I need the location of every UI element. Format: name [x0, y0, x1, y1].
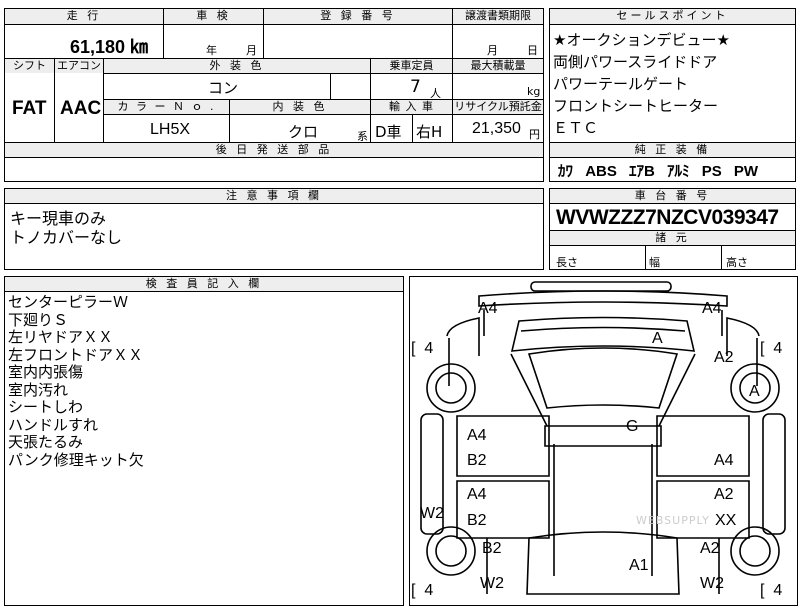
sales-point-item: ★オークションデビュー★ — [553, 31, 730, 49]
watermark: WEBSUPPLY — [636, 514, 710, 527]
mark-g-roof: G — [626, 418, 639, 435]
inspector-line: センターピラーＷ — [8, 293, 129, 311]
equipment-item: PS — [701, 163, 722, 180]
inspection-year: 年 — [206, 44, 217, 57]
registration-header: 登 録 番 号 — [264, 9, 452, 24]
import-steering-value: 右H — [416, 123, 443, 141]
mark-a4-right-rear-door: A4 — [714, 452, 734, 469]
sales-points-header: セールスポイント — [550, 9, 795, 24]
notes-list: キー現車のみ トノカバーなし — [10, 209, 122, 247]
inspector-line: 天張たるみ — [8, 433, 84, 451]
inspector-header: 検 査 員 記 入 欄 — [5, 277, 403, 291]
width-label: 幅 — [649, 256, 660, 269]
colorno-value: LH5X — [150, 121, 191, 138]
mileage-value: 61,180 ㎞ — [70, 37, 149, 57]
mark-b2-left-front-door: B2 — [467, 512, 487, 529]
mark-a4-front-right: A4 — [702, 300, 722, 317]
transfer-day: 日 — [527, 44, 538, 57]
sales-point-item: フロントシートヒーター — [553, 97, 719, 115]
inspector-line: 左リヤドアＸＸ — [8, 328, 114, 346]
equipment-header: 純 正 装 備 — [550, 143, 795, 157]
mark-a4-left-rear-door: A4 — [467, 427, 487, 444]
tire-front-right-value: 4 — [773, 340, 783, 357]
import-header: 輸 入 車 — [371, 100, 452, 114]
dimensions-header: 諸 元 — [550, 231, 795, 245]
mark-xx-right: XX — [715, 512, 737, 529]
mark-a2-front-right: A2 — [714, 349, 734, 366]
inspector-line: パンク修理キット欠 — [8, 450, 144, 469]
sales-point-item: ＥＴＣ — [553, 119, 599, 137]
mark-a1-rear: A1 — [629, 557, 649, 574]
tire-front-right: [ 4 — [760, 340, 783, 357]
recycle-header: リサイクル預託金 — [453, 100, 543, 114]
mileage-header: 走 行 — [5, 9, 163, 24]
capacity-value: 7 — [410, 77, 421, 97]
mark-a2-right-front-door: A2 — [714, 486, 734, 503]
inspection-month: 月 — [246, 44, 257, 57]
equipment-item: PW — [733, 163, 759, 180]
tire-rear-right-value: 4 — [773, 582, 783, 599]
inspection-header: 車 検 — [164, 9, 263, 24]
ac-header: エアコン — [55, 59, 103, 73]
mark-b2-left-rear-door: B2 — [467, 452, 487, 469]
sales-point-item: 両側パワースライドドア — [553, 53, 718, 71]
length-label: 長さ — [556, 256, 578, 269]
notes-header: 注 意 事 項 欄 — [5, 189, 543, 203]
inspector-line: 室内内張傷 — [8, 363, 84, 381]
ac-value: AAC — [60, 98, 102, 119]
note-line: トノカバーなし — [10, 228, 123, 247]
mark-a-windshield: A — [652, 330, 663, 347]
inspector-list: センターピラーＷ 下廻りＳ 左リヤドアＸＸ 左フロントドアＸＸ 室内内張傷 室内… — [8, 293, 144, 469]
transfer-month: 月 — [487, 44, 498, 57]
load-header: 最大積載量 — [453, 59, 543, 73]
mark-a-wheel-right: A — [749, 383, 760, 400]
mark-a2-rear-right: A2 — [700, 540, 720, 557]
mark-a4-front-left: A4 — [478, 300, 498, 317]
import-drive-value: D車 — [375, 123, 402, 141]
recycle-value: 21,350 — [472, 120, 521, 137]
inspector-line: ハンドルすれ — [8, 415, 99, 434]
inspector-line: シートしわ — [8, 398, 84, 416]
chassis-header: 車 台 番 号 — [550, 189, 795, 203]
equipment-item: ｴｱB — [629, 163, 655, 180]
mark-a4-left-front-door: A4 — [467, 486, 487, 503]
mark-b2-left-rear: B2 — [482, 540, 502, 557]
sales-points-list: ★オークションデビュー★ 両側パワースライドドア パワーテールゲート フロントシ… — [553, 29, 730, 139]
equipment-list: ｶﾜ ABS ｴｱB ｱﾙﾐ PS PW — [558, 160, 758, 181]
recycle-unit: 円 — [529, 128, 540, 141]
equipment-item: ｶﾜ — [558, 163, 574, 180]
tire-rear-left: [ 4 — [411, 582, 434, 599]
chassis-number: WVWZZZ7NZCV039347 — [556, 206, 779, 229]
mark-w2-rear-right: W2 — [700, 575, 724, 592]
colorno-header: カ ラ ー Ｎ ｏ . — [104, 100, 229, 114]
interior-color-value: クロ — [288, 123, 319, 141]
note-line: キー現車のみ — [10, 209, 107, 228]
tire-front-left-value: 4 — [424, 340, 434, 357]
tire-front-left: [ 4 — [411, 340, 434, 357]
mark-w2-rear-left: W2 — [480, 575, 504, 592]
shipping-parts-header: 後 日 発 送 部 品 — [5, 143, 543, 157]
capacity-header: 乗車定員 — [371, 59, 452, 73]
mark-w2-left-side: W2 — [420, 505, 444, 522]
exterior-header: 外 装 色 — [104, 59, 370, 73]
height-label: 高さ — [726, 256, 748, 269]
sales-point-item: パワーテールゲート — [553, 75, 689, 93]
inspector-line: 室内汚れ — [8, 380, 69, 399]
exterior-color-value: コン — [208, 79, 239, 97]
interior-header: 内 装 色 — [230, 100, 370, 114]
inspector-line: 左フロントドアＸＸ — [8, 345, 144, 364]
inspector-line: 下廻りＳ — [8, 310, 69, 329]
tire-rear-right: [ 4 — [760, 582, 783, 599]
transfer-header: 譲渡書類期限 — [453, 9, 543, 24]
load-unit: kg — [527, 85, 541, 98]
equipment-item: ｱﾙﾐ — [667, 163, 690, 180]
equipment-item: ABS — [585, 163, 617, 180]
shift-header: シフト — [5, 59, 54, 73]
shift-value: FAT — [12, 98, 47, 119]
tire-rear-left-value: 4 — [424, 582, 434, 599]
